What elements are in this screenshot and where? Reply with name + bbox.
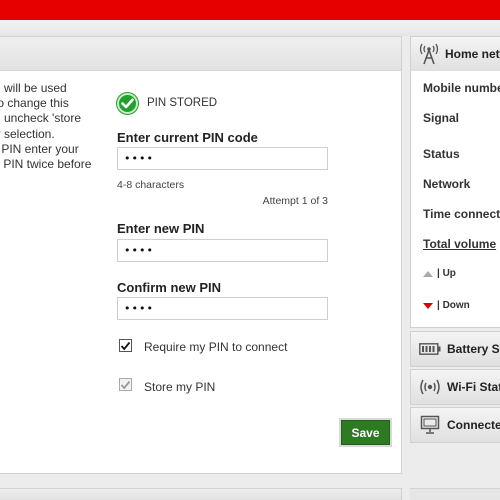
current-pin-label: Enter current PIN code <box>117 130 258 145</box>
connected-devices-header[interactable]: Connecte <box>411 408 500 442</box>
battery-title: Battery St <box>447 342 500 356</box>
new-pin-input[interactable]: •••• <box>117 239 328 262</box>
confirm-pin-input[interactable]: •••• <box>117 297 328 320</box>
mobile-number-label: Mobile numbe <box>423 81 500 95</box>
time-connected-label: Time connecte <box>423 207 500 221</box>
wifi-header[interactable]: Wi-Fi Stat <box>411 370 500 404</box>
upload-indicator: | Up <box>423 268 456 279</box>
attempt-counter: Attempt 1 of 3 <box>262 195 328 207</box>
status-sidebar: Home netw Mobile numbe Signal Status Net… <box>410 36 500 476</box>
wifi-title: Wi-Fi Stat <box>447 380 500 394</box>
pin-length-hint: 4-8 characters <box>117 179 185 191</box>
panel-header <box>0 37 401 71</box>
download-indicator: | Down <box>423 300 470 311</box>
network-label: Network <box>423 177 471 191</box>
battery-icon <box>419 343 441 355</box>
down-arrow-icon <box>423 302 433 309</box>
battery-header[interactable]: Battery St <box>411 332 500 366</box>
pin-status: PIN STORED <box>117 92 217 114</box>
down-label: | Down <box>437 300 470 311</box>
require-pin-label: Require my PIN to connect <box>144 340 288 354</box>
up-arrow-icon <box>423 270 433 277</box>
monitor-icon <box>419 415 441 435</box>
store-pin-label: Store my PIN <box>144 380 216 394</box>
status-label: Status <box>423 147 460 161</box>
status-text: PIN STORED <box>147 97 218 109</box>
antenna-tower-icon <box>419 43 439 65</box>
battery-card[interactable]: Battery St <box>410 331 500 367</box>
connected-devices-card[interactable]: Connecte <box>410 407 500 443</box>
up-label: | Up <box>437 268 456 279</box>
wifi-card[interactable]: Wi-Fi Stat <box>410 369 500 405</box>
bottom-panel-edge <box>0 488 402 500</box>
home-network-header[interactable]: Home netw <box>411 37 500 71</box>
confirm-pin-label: Confirm new PIN <box>117 280 222 295</box>
store-pin-checkbox[interactable] <box>119 378 132 391</box>
signal-label: Signal <box>423 111 460 125</box>
wifi-broadcast-icon <box>419 378 441 396</box>
top-shade-bar <box>0 20 500 36</box>
top-brand-bar <box>0 0 500 20</box>
pin-settings-panel: d will be used to change this d uncheck … <box>0 36 402 474</box>
require-pin-checkbox[interactable] <box>119 339 132 352</box>
total-volume-link[interactable]: Total volume <box>423 237 496 251</box>
check-circle-icon <box>117 92 138 114</box>
new-pin-label: Enter new PIN <box>117 221 205 236</box>
home-network-title: Home netw <box>445 47 500 61</box>
home-network-card: Home netw Mobile numbe Signal Status Net… <box>410 36 500 328</box>
current-pin-input[interactable]: •••• <box>117 147 328 170</box>
help-text: d will be used to change this d uncheck … <box>0 81 92 172</box>
connected-devices-title: Connecte <box>447 418 500 432</box>
save-button[interactable]: Save <box>341 420 390 445</box>
bottom-sidebar-edge <box>410 488 500 500</box>
